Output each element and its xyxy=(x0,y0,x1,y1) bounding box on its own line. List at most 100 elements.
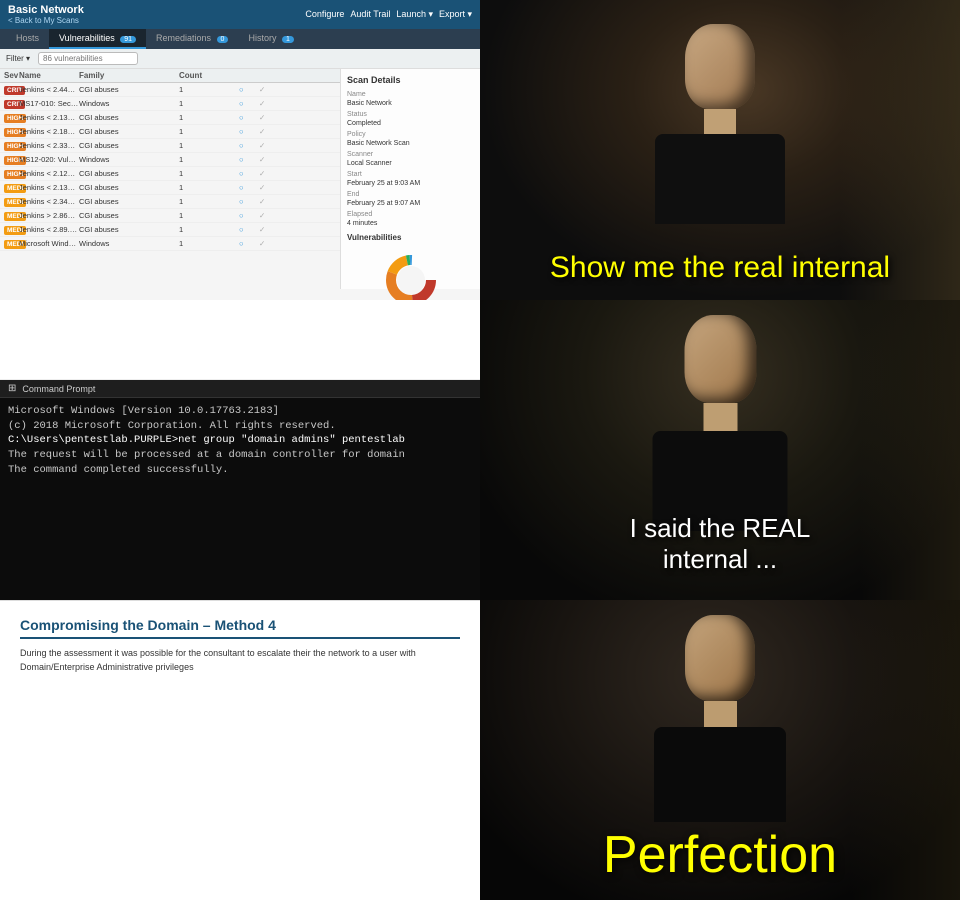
scan-elapsed-label: Elapsed xyxy=(347,211,372,218)
sev-badge: MEDI xyxy=(4,211,19,220)
neck-mid xyxy=(703,403,737,431)
vuln-action-2[interactable]: ✓ xyxy=(259,141,279,150)
scan-scanner-label: Scanner xyxy=(347,151,373,158)
scan-end-label: End xyxy=(347,191,359,198)
vuln-name: Jenkins < 2.348 / 2.348 Mul... xyxy=(19,197,79,206)
col-sev: Sev xyxy=(4,71,19,80)
scan-status-label: Status xyxy=(347,111,367,118)
nessus-back-link[interactable]: < Back to My Scans xyxy=(8,16,84,25)
table-row[interactable]: MEDI Jenkins > 2.863.2 / 2.35 Mul... CGI… xyxy=(0,209,340,223)
scan-end-val: February 25 at 9:07 AM xyxy=(347,200,420,207)
audit-trail-button[interactable]: Audit Trail xyxy=(350,9,390,20)
vuln-action-2[interactable]: ✓ xyxy=(259,155,279,164)
vuln-count: 1 xyxy=(179,211,239,220)
scene-top: Show me the real internal xyxy=(480,0,960,300)
vuln-count: 1 xyxy=(179,113,239,122)
vuln-count: 1 xyxy=(179,169,239,178)
table-row[interactable]: MEDI Jenkins < 2.1312 / 2.108 Mul... CGI… xyxy=(0,181,340,195)
table-row[interactable]: MEDI Jenkins < 2.89.4 / 2.107 Mul... CGI… xyxy=(0,223,340,237)
table-row[interactable]: HIGH Jenkins < 2.184.4 (75 / 2.151... CG… xyxy=(0,125,340,139)
report-body: During the assessment it was possible fo… xyxy=(20,647,460,674)
sev-badge: MEDI xyxy=(4,183,19,192)
vuln-family: Windows xyxy=(79,99,179,108)
sev-badge: CRIT xyxy=(4,99,19,108)
neck-top xyxy=(704,109,736,134)
vuln-family: CGI abuses xyxy=(79,183,179,192)
vuln-action-1[interactable]: ○ xyxy=(239,239,259,248)
export-button[interactable]: Export ▾ xyxy=(439,9,472,20)
cmd-titlebar: ⊞ Command Prompt xyxy=(0,380,480,398)
vuln-action-2[interactable]: ✓ xyxy=(259,197,279,206)
col-count: Count xyxy=(179,71,239,80)
vuln-action-1[interactable]: ○ xyxy=(239,113,259,122)
filter-label[interactable]: Filter ▾ xyxy=(6,54,30,63)
vuln-action-2[interactable]: ✓ xyxy=(259,99,279,108)
search-input[interactable] xyxy=(38,52,138,65)
white-space-above-cmd xyxy=(0,300,480,380)
vuln-action-2[interactable]: ✓ xyxy=(259,225,279,234)
vuln-action-1[interactable]: ○ xyxy=(239,85,259,94)
meme-panel-mid: I said the REALinternal ... xyxy=(480,300,960,600)
vuln-action-2[interactable]: ✓ xyxy=(259,211,279,220)
table-row[interactable]: CRIT Jenkins < 2.441.2 / 2.97 and Je... … xyxy=(0,83,340,97)
vuln-family: CGI abuses xyxy=(79,197,179,206)
tab-vulnerabilities[interactable]: Vulnerabilities 91 xyxy=(49,29,146,49)
tab-hosts[interactable]: Hosts xyxy=(6,29,49,49)
vuln-action-2[interactable]: ✓ xyxy=(259,85,279,94)
scan-details-title: Scan Details xyxy=(347,75,474,85)
table-row[interactable]: HIGH Jenkins < 2.332.35 / 2.160 ... CGI … xyxy=(0,139,340,153)
table-row[interactable]: HIGH Jenkins < 2.1272 / 2.106 ... CGI ab… xyxy=(0,167,340,181)
vuln-action-1[interactable]: ○ xyxy=(239,169,259,178)
scan-details: Scan Details NameBasic Network StatusCom… xyxy=(340,69,480,289)
vuln-action-1[interactable]: ○ xyxy=(239,183,259,192)
meme-panel-bot: Perfection xyxy=(480,600,960,900)
vuln-action-2[interactable]: ✓ xyxy=(259,239,279,248)
sev-badge: HIGH xyxy=(4,113,19,122)
vuln-action-1[interactable]: ○ xyxy=(239,155,259,164)
face-bot xyxy=(685,615,755,701)
nessus-brand: Basic Network xyxy=(8,4,84,16)
vuln-count: 1 xyxy=(179,239,239,248)
vuln-action-2[interactable]: ✓ xyxy=(259,127,279,136)
vuln-family: Windows xyxy=(79,239,179,248)
vuln-action-2[interactable]: ✓ xyxy=(259,169,279,178)
vuln-family: CGI abuses xyxy=(79,169,179,178)
vuln-action-1[interactable]: ○ xyxy=(239,127,259,136)
vuln-name: MS12-020: Vulnerabilities n... xyxy=(19,155,79,164)
torso-top xyxy=(655,134,785,224)
vuln-count: 1 xyxy=(179,141,239,150)
vuln-action-2[interactable]: ✓ xyxy=(259,183,279,192)
sev-badge: MEDI xyxy=(4,225,19,234)
vuln-action-1[interactable]: ○ xyxy=(239,211,259,220)
vuln-name: Jenkins > 2.863.2 / 2.35 Mul... xyxy=(19,211,79,220)
nessus-panel: Basic Network < Back to My Scans Configu… xyxy=(0,0,480,300)
vuln-action-1[interactable]: ○ xyxy=(239,197,259,206)
table-row[interactable]: HIGH MS12-020: Vulnerabilities n... Wind… xyxy=(0,153,340,167)
vuln-family: CGI abuses xyxy=(79,113,179,122)
launch-button[interactable]: Launch ▾ xyxy=(396,9,433,20)
vuln-action-1[interactable]: ○ xyxy=(239,99,259,108)
vuln-family: CGI abuses xyxy=(79,225,179,234)
vuln-name: Microsoft Windows Remote... xyxy=(19,239,79,248)
vuln-rows: CRIT Jenkins < 2.441.2 / 2.97 and Je... … xyxy=(0,83,340,251)
vuln-count: 1 xyxy=(179,225,239,234)
table-row[interactable]: MEDI Microsoft Windows Remote... Windows… xyxy=(0,237,340,251)
sev-badge: MEDI xyxy=(4,239,19,248)
cmd-panel: ⊞ Command Prompt Microsoft Windows [Vers… xyxy=(0,300,480,600)
vuln-action-1[interactable]: ○ xyxy=(239,141,259,150)
table-row[interactable]: MEDI Jenkins < 2.348 / 2.348 Mul... CGI … xyxy=(0,195,340,209)
vuln-action-1[interactable]: ○ xyxy=(239,225,259,234)
vuln-family: CGI abuses xyxy=(79,127,179,136)
vuln-count: 1 xyxy=(179,127,239,136)
vuln-table-header: Sev Name Family Count xyxy=(0,69,340,83)
vuln-action-2[interactable]: ✓ xyxy=(259,113,279,122)
vuln-family: CGI abuses xyxy=(79,211,179,220)
vuln-name: Jenkins < 2.1272 / 2.106 ... xyxy=(19,169,79,178)
table-row[interactable]: CRIT MS17-010: Security Update fo... Win… xyxy=(0,97,340,111)
vuln-name: Jenkins < 2.332.35 / 2.160 ... xyxy=(19,141,79,150)
table-row[interactable]: HIGH Jenkins < 2.1312 / 2.102 Mul... CGI… xyxy=(0,111,340,125)
vuln-name: Jenkins < 2.441.2 / 2.97 and Je... xyxy=(19,85,79,94)
tab-remediations[interactable]: Remediations 0 xyxy=(146,29,238,49)
configure-button[interactable]: Configure xyxy=(305,9,344,20)
tab-history[interactable]: History 1 xyxy=(238,29,303,49)
